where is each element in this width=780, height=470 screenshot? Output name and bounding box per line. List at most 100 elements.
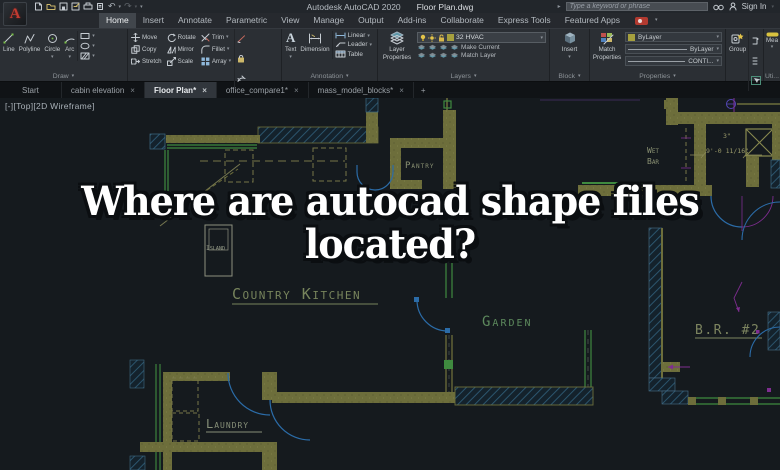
layer-color-swatch <box>447 34 454 41</box>
table-tool[interactable]: Table <box>335 50 372 58</box>
properties-panel-label[interactable]: Properties ▾ <box>590 71 725 81</box>
draw-panel-label[interactable]: Draw ▾ <box>0 71 127 81</box>
tab-express-tools[interactable]: Express Tools <box>491 13 558 28</box>
circle-caret-icon[interactable]: ▾ <box>51 54 54 60</box>
arc-tool[interactable]: Arc ▾ <box>62 31 77 60</box>
new-drawing-tab-button[interactable]: + <box>414 82 433 98</box>
line-icon <box>3 31 14 45</box>
group-edit-tool[interactable] <box>751 52 761 70</box>
drawing-viewport[interactable]: [-][Top][2D Wireframe] Island Pantry Wet… <box>0 98 780 470</box>
fillet-tool[interactable]: Fillet ▾ <box>201 45 231 54</box>
array-tool[interactable]: Array ▾ <box>201 57 231 66</box>
search-binoculars-icon[interactable] <box>712 3 724 11</box>
leader-tool[interactable]: Leader ▾ <box>335 41 372 48</box>
stretch-tool[interactable]: Stretch <box>131 57 162 66</box>
block-panel-label[interactable]: Block ▾ <box>550 71 589 81</box>
tab-manage[interactable]: Manage <box>306 13 351 28</box>
text-tool[interactable]: A Text ▾ <box>283 30 298 60</box>
tab-home[interactable]: Home <box>99 13 136 28</box>
application-menu-button[interactable]: A <box>3 2 27 26</box>
object-color-swatch <box>628 33 635 41</box>
new-file-icon[interactable] <box>34 2 43 11</box>
hatch-tool[interactable]: ▾ <box>80 52 95 60</box>
panel-block: Insert ▾ Block ▾ <box>550 29 590 81</box>
tab-insert[interactable]: Insert <box>136 13 171 28</box>
scale-tool[interactable]: Scale <box>166 56 196 66</box>
room-label-pantry: Pantry <box>405 161 434 171</box>
insert-block-tool[interactable]: Insert ▾ <box>560 31 580 60</box>
qat-customize-icon[interactable]: ▾ <box>140 4 143 10</box>
match-layer-button[interactable]: Match Layer <box>461 52 496 59</box>
search-input[interactable] <box>565 2 708 11</box>
autocad-window: A ↶ ▾ ↷ ▾ ▾ Autodesk AutoCAD 2020 Floor Pl… <box>0 0 780 470</box>
make-current-button[interactable]: Make Current <box>461 44 500 51</box>
open-file-icon[interactable] <box>46 2 56 11</box>
layer-properties-tool[interactable]: Layer Properties <box>379 31 415 61</box>
text-icon: A <box>285 30 296 45</box>
tab-annotate[interactable]: Annotate <box>171 13 219 28</box>
ribbon-collapse-icon[interactable]: ▾ <box>648 13 665 28</box>
arc-caret-icon[interactable]: ▾ <box>68 54 71 60</box>
layer-tool-icon <box>450 52 459 59</box>
offset-tool[interactable] <box>237 70 246 88</box>
ribbon: Line Polyline Circle ▾ Arc ▾ ▾ ▾ ▾ Draw ▾ M… <box>0 28 780 91</box>
tab-view[interactable]: View <box>274 13 306 28</box>
lineweight-dropdown[interactable]: ByLayer ▾ <box>625 44 722 54</box>
rotate-tool[interactable]: Rotate <box>167 33 196 42</box>
save-icon[interactable] <box>59 2 68 11</box>
line-tool[interactable]: Line <box>1 31 17 53</box>
sign-in-button[interactable]: Sign In <box>742 2 767 11</box>
annotation-panel-label[interactable]: Annotation ▾ <box>282 71 377 81</box>
room-label-wet: Wet <box>647 146 659 155</box>
linetype-dropdown[interactable]: CONTI... ▾ <box>625 56 722 66</box>
tab-output[interactable]: Output <box>351 13 391 28</box>
tab-parametric[interactable]: Parametric <box>219 13 274 28</box>
screencast-icon[interactable] <box>634 16 648 25</box>
viewport-controls[interactable]: [-][Top][2D Wireframe] <box>5 101 95 111</box>
room-label-bar: Bar <box>647 157 659 166</box>
current-layer-name: 32 HVAC <box>456 34 484 41</box>
dimension-tool[interactable]: Dimension <box>298 31 331 53</box>
move-tool[interactable]: Move <box>131 32 162 42</box>
panel-annotation: A Text ▾ Dimension Linear ▾ Leader ▾ Table A… <box>282 29 378 81</box>
titlebar-more-icon[interactable]: ▾ <box>771 4 774 10</box>
undo-caret-icon[interactable]: ▾ <box>119 4 122 10</box>
linear-dimension-tool[interactable]: Linear ▾ <box>335 32 372 39</box>
trim-tool[interactable]: Trim ▾ <box>201 33 231 42</box>
utilities-panel-label-clipped[interactable]: Uti... <box>764 71 780 81</box>
object-color-dropdown[interactable]: ByLayer ▾ <box>625 32 722 42</box>
search-expand-icon[interactable]: ▸ <box>558 3 561 10</box>
file-tab-mass-model-blocks[interactable]: mass_model_blocks* × <box>309 82 414 98</box>
tab-featured-apps[interactable]: Featured Apps <box>558 13 627 28</box>
tab-add-ins[interactable]: Add-ins <box>391 13 434 28</box>
measure-label-clipped[interactable]: Mea <box>766 37 778 44</box>
group-selection-toggle[interactable] <box>751 72 762 90</box>
polyline-tool[interactable]: Polyline <box>17 31 43 53</box>
explode-tool[interactable] <box>237 50 246 68</box>
layers-panel-label[interactable]: Layers ▾ <box>378 71 549 81</box>
user-icon[interactable] <box>729 2 737 11</box>
copy-tool[interactable]: Copy <box>131 44 162 54</box>
circle-tool[interactable]: Circle ▾ <box>42 31 62 60</box>
group-tool[interactable]: Group <box>727 31 748 53</box>
insert-block-icon <box>562 31 578 45</box>
erase-tool[interactable] <box>237 30 246 48</box>
print-icon[interactable] <box>96 2 105 11</box>
rectangle-tool[interactable]: ▾ <box>80 32 95 40</box>
tab-collaborate[interactable]: Collaborate <box>433 13 490 28</box>
mirror-tool[interactable]: Mirror <box>166 45 196 54</box>
close-tab-icon[interactable]: × <box>294 86 299 95</box>
match-properties-tool[interactable]: Match Properties <box>591 31 623 61</box>
ellipse-tool[interactable]: ▾ <box>80 42 95 50</box>
plot-icon[interactable] <box>83 2 93 11</box>
save-as-icon[interactable] <box>71 2 80 11</box>
room-label-laundry: Laundry <box>206 417 249 431</box>
redo-button[interactable]: ↷ <box>124 2 132 11</box>
redo-caret-icon[interactable]: ▾ <box>135 4 138 10</box>
match-properties-icon <box>600 31 615 45</box>
file-tab-start[interactable]: Start <box>0 82 62 98</box>
layer-dropdown[interactable]: 32 HVAC ▾ <box>417 32 546 43</box>
ungroup-tool[interactable] <box>751 32 761 50</box>
close-tab-icon[interactable]: × <box>399 86 404 95</box>
undo-button[interactable]: ↶ <box>108 2 116 11</box>
